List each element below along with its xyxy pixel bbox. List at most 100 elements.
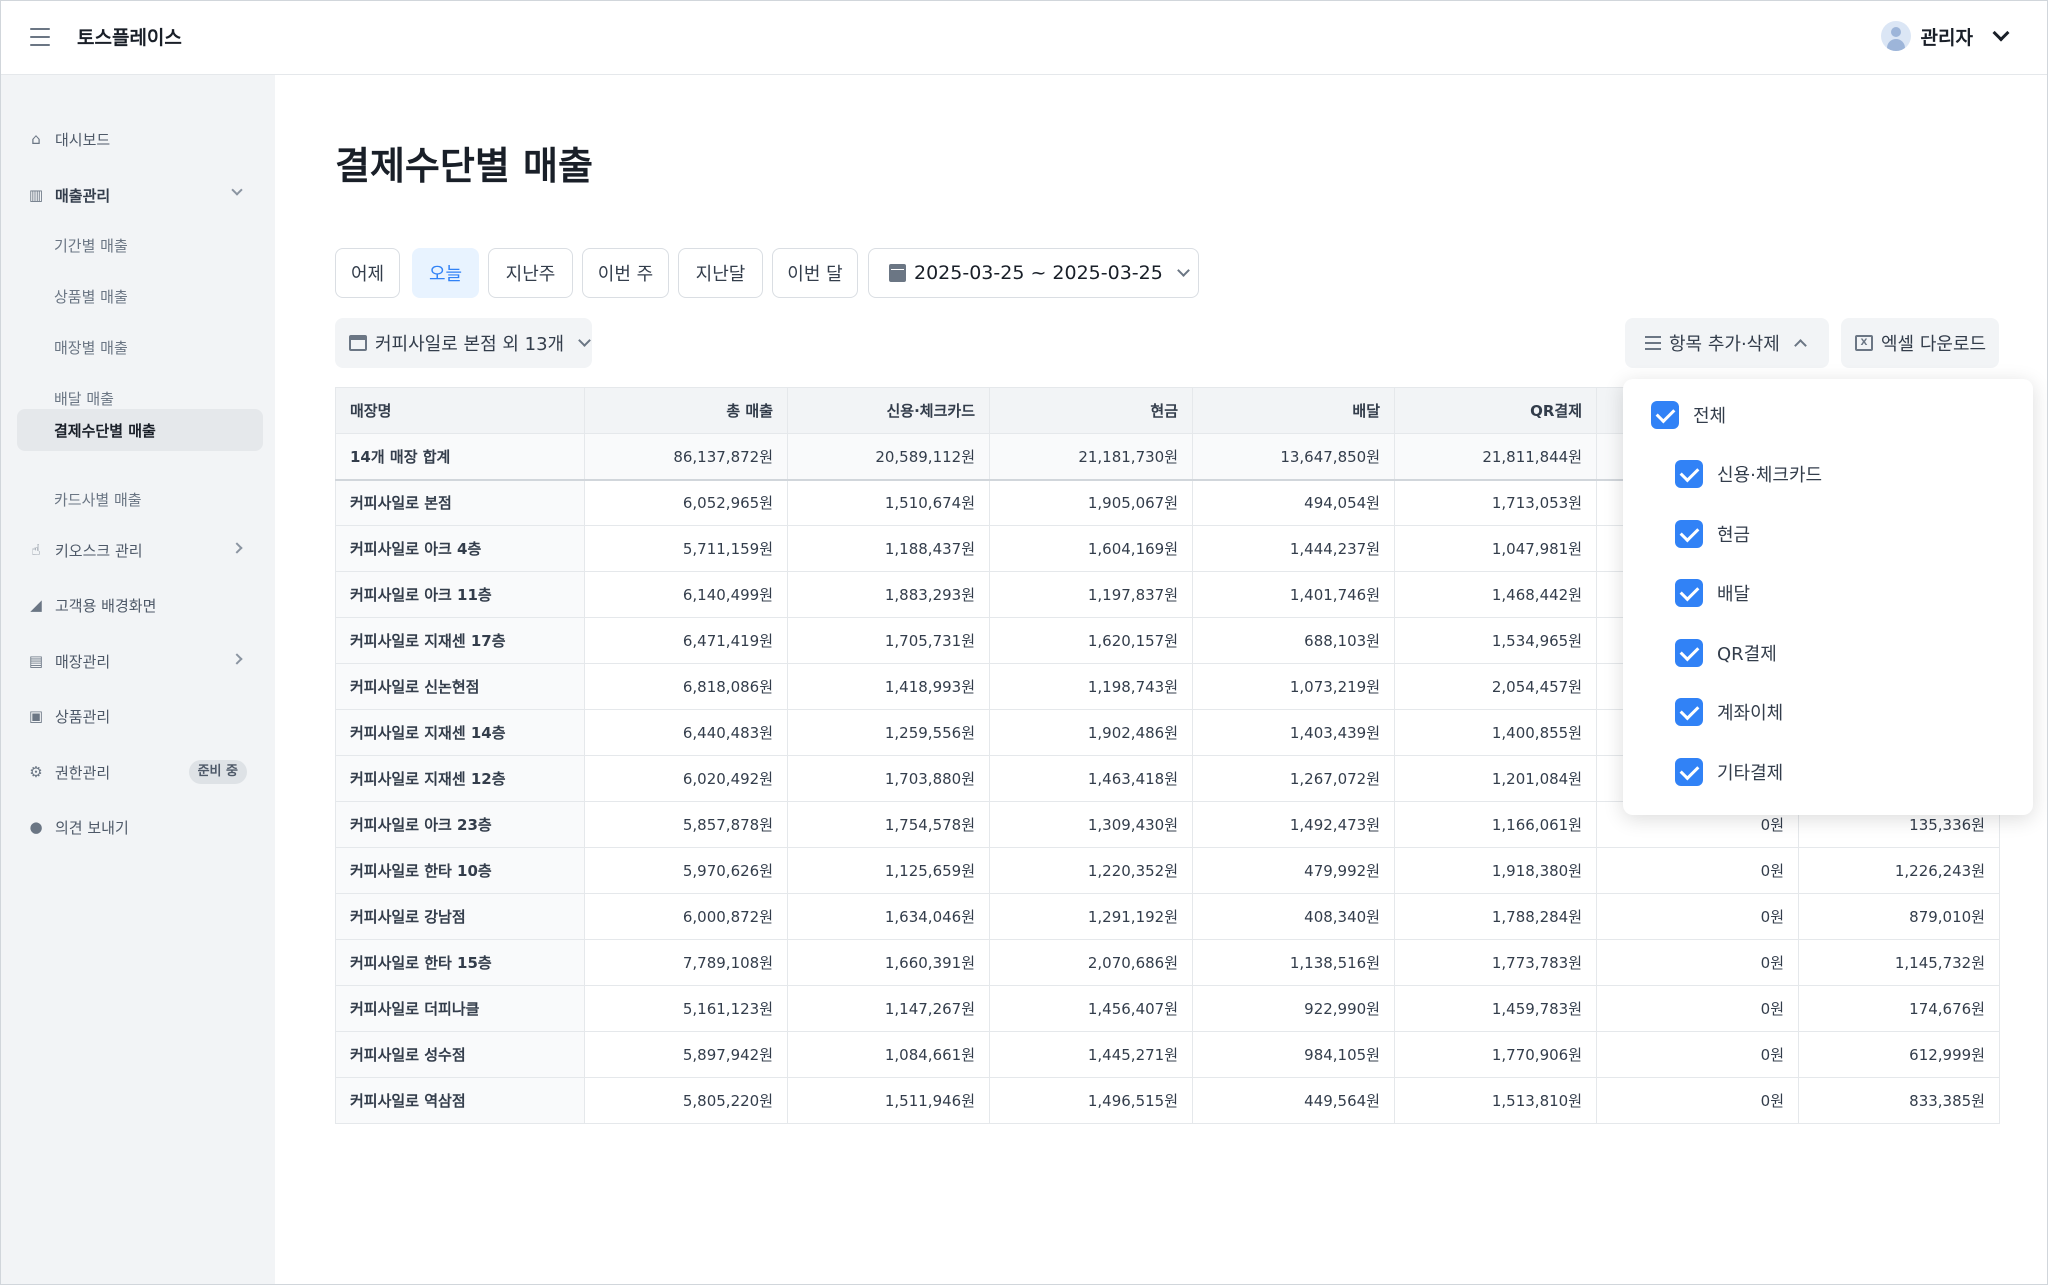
list-icon [1645,336,1661,350]
date-range-picker[interactable]: 2025-03-25 ~ 2025-03-25 [868,248,1199,298]
chevron-down-icon [1176,264,1190,277]
amount-cell: 1,444,237원 [1192,525,1395,572]
sidebar-sub-period-sales[interactable]: 기간별 매출 [17,225,263,265]
chevron-down-icon [231,184,243,196]
amount-cell: 13,647,850원 [1192,433,1395,481]
user-menu[interactable]: 관리자 [1880,21,2010,51]
sidebar-item-sales[interactable]: ▥ 매출관리 [17,175,263,215]
add-remove-columns-label: 항목 추가·삭제 [1669,334,1780,355]
amount-cell: 1,705,731원 [787,617,990,664]
sidebar-item-store[interactable]: ▤ 매장관리 [17,641,263,681]
sidebar-item-kiosk[interactable]: ☝ 키오스크 관리 [17,530,263,570]
amount-cell: 688,103원 [1192,617,1395,664]
store-name-cell: 커피사일로 더피나클 [335,985,585,1032]
amount-cell: 1,883,293원 [787,571,990,618]
table-row: 커피사일로 강남점 6,000,872원 1,634,046원 1,291,192원 4… [335,893,2000,940]
sidebar-item-feedback[interactable]: ● 의견 보내기 [17,807,263,847]
sidebar-item-permissions[interactable]: ⚙ 권한관리 준비 중 [17,752,263,792]
store-icon: ▤ [28,652,44,670]
amount-cell: 1,401,746원 [1192,571,1395,618]
amount-cell: 2,070,686원 [989,939,1193,986]
calendar-icon [889,264,906,282]
amount-cell: 5,897,942원 [584,1031,788,1078]
column-header-total[interactable]: 총 매출 [584,387,788,434]
option-label: 계좌이체 [1717,703,1784,724]
checkbox-checked-icon[interactable] [1675,758,1703,786]
sidebar-sub-product-sales[interactable]: 상품별 매출 [17,276,263,316]
amount-cell: 1,459,783원 [1394,985,1597,1032]
amount-cell: 2,054,457원 [1394,663,1597,710]
amount-cell: 5,970,626원 [584,847,788,894]
amount-cell: 1,468,442원 [1394,571,1597,618]
amount-cell: 6,020,492원 [584,755,788,802]
amount-cell: 1,259,556원 [787,709,990,756]
sidebar-item-dashboard[interactable]: ⌂ 대시보드 [17,119,263,159]
column-header-qr[interactable]: QR결제 [1394,387,1597,434]
amount-cell: 1,084,661원 [787,1031,990,1078]
option-delivery[interactable]: 배달 [1675,579,1750,607]
column-header-store[interactable]: 매장명 [335,387,585,434]
period-today-button[interactable]: 오늘 [412,248,479,298]
amount-cell: 1,125,659원 [787,847,990,894]
hamburger-menu-icon[interactable] [30,28,52,46]
amount-cell: 21,181,730원 [989,433,1193,481]
checkbox-checked-icon[interactable] [1675,639,1703,667]
checkbox-checked-icon[interactable] [1675,460,1703,488]
checkbox-checked-icon[interactable] [1675,520,1703,548]
app-window: 토스플레이스 관리자 ⌂ 대시보드 ▥ 매출관리 기간별 매출 상품별 매출 매… [0,0,2048,1285]
sidebar-item-products[interactable]: ▣ 상품관리 [17,696,263,736]
option-other-payment[interactable]: 기타결제 [1675,758,1783,786]
option-bank-transfer[interactable]: 계좌이체 [1675,698,1783,726]
amount-cell: 21,811,844원 [1394,433,1597,481]
brush-icon: ◢ [30,596,42,614]
amount-cell: 7,789,108원 [584,939,788,986]
amount-cell: 6,140,499원 [584,571,788,618]
amount-cell: 6,471,419원 [584,617,788,664]
amount-cell: 1,220,352원 [989,847,1193,894]
amount-cell: 1,773,783원 [1394,939,1597,986]
amount-cell: 1,788,284원 [1394,893,1597,940]
sidebar-sub-payment-method-sales[interactable]: 결제수단별 매출 [17,409,263,451]
period-this-week-button[interactable]: 이번 주 [582,248,669,298]
sidebar-item-customer-wallpaper[interactable]: ◢ 고객용 배경화면 [17,585,263,625]
amount-cell: 0원 [1596,1031,1799,1078]
option-cash[interactable]: 현금 [1675,520,1750,548]
store-name-cell: 커피사일로 아크 23층 [335,801,585,848]
option-all[interactable]: 전체 [1651,401,1726,429]
store-icon [349,335,367,351]
chevron-up-icon [1793,339,1807,352]
period-last-month-button[interactable]: 지난달 [678,248,763,298]
sidebar-item-label: 고객용 배경화면 [55,596,157,615]
store-select[interactable]: 커피사일로 본점 외 13개 [335,318,592,368]
bar-chart-icon: ▥ [28,186,44,204]
amount-cell: 0원 [1596,985,1799,1032]
sidebar-sub-store-sales[interactable]: 매장별 매출 [17,327,263,367]
column-header-delivery[interactable]: 배달 [1192,387,1395,434]
amount-cell: 1,188,437원 [787,525,990,572]
sidebar-sub-card-company-sales[interactable]: 카드사별 매출 [17,479,263,519]
checkbox-checked-icon[interactable] [1651,401,1679,429]
checkbox-checked-icon[interactable] [1675,698,1703,726]
period-yesterday-button[interactable]: 어제 [335,248,400,298]
column-header-cash[interactable]: 현금 [989,387,1193,434]
period-last-week-button[interactable]: 지난주 [488,248,573,298]
add-remove-columns-button[interactable]: 항목 추가·삭제 [1625,318,1829,368]
option-qr[interactable]: QR결제 [1675,639,1777,667]
store-name-cell: 커피사일로 아크 4층 [335,525,585,572]
checkbox-checked-icon[interactable] [1675,579,1703,607]
home-icon: ⌂ [31,130,41,148]
top-header: 토스플레이스 관리자 [1,1,2047,75]
store-name-cell: 커피사일로 한타 10층 [335,847,585,894]
store-name-cell: 커피사일로 신논현점 [335,663,585,710]
column-header-card[interactable]: 신용·체크카드 [787,387,990,434]
option-card[interactable]: 신용·체크카드 [1675,460,1822,488]
excel-download-button[interactable]: X 엑셀 다운로드 [1841,318,1999,368]
period-this-month-button[interactable]: 이번 달 [772,248,858,298]
sidebar-item-label: 키오스크 관리 [55,541,143,560]
amount-cell: 1,138,516원 [1192,939,1395,986]
store-name-cell: 커피사일로 지재센 14층 [335,709,585,756]
amount-cell: 449,564원 [1192,1077,1395,1124]
option-label: 전체 [1693,406,1727,427]
amount-cell: 879,010원 [1798,893,2000,940]
amount-cell: 984,105원 [1192,1031,1395,1078]
